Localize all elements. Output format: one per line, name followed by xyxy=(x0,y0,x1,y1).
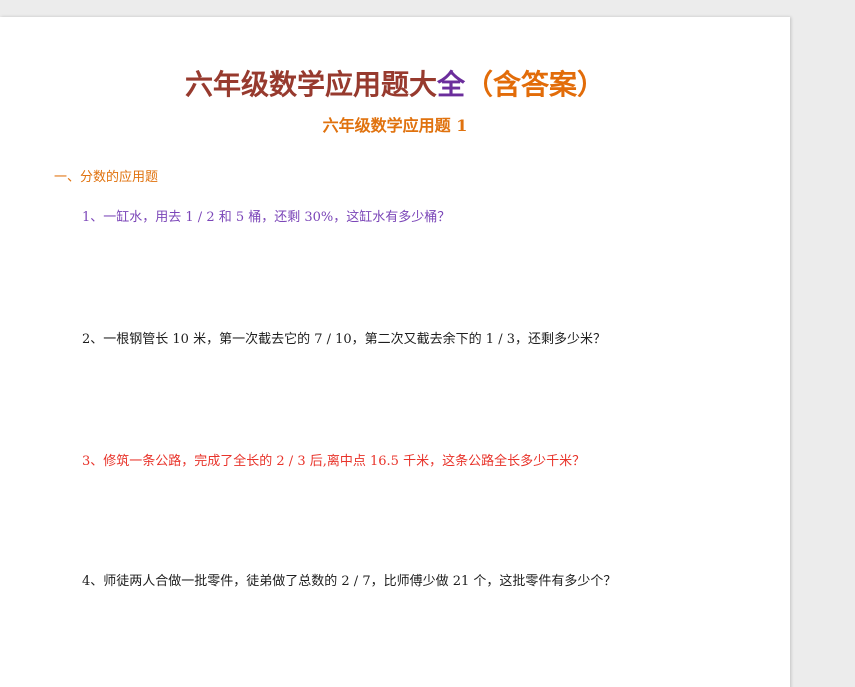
viewer-top-margin xyxy=(0,0,855,17)
document-subtitle: 六年级数学应用题 1 xyxy=(322,116,468,135)
title-part-1: 六年级数学应用题大 xyxy=(184,68,437,101)
question-2: 2、一根钢管长 10 米，第一次截去它的 7 / 10，第二次又截去余下的 1 … xyxy=(82,332,606,347)
title-part-2: 全 xyxy=(436,68,465,101)
document-page: 六年级数学应用题大全（含答案） 六年级数学应用题 1 一、分数的应用题 1、一缸… xyxy=(0,17,790,687)
document-title: 六年级数学应用题大全（含答案） xyxy=(0,65,790,105)
document-viewer: 六年级数学应用题大全（含答案） 六年级数学应用题 1 一、分数的应用题 1、一缸… xyxy=(0,0,855,687)
section-heading: 一、分数的应用题 xyxy=(54,170,159,185)
question-4: 4、师徒两人合做一批零件，徒弟做了总数的 2 / 7，比师傅少做 21 个，这批… xyxy=(82,574,617,589)
viewer-right-margin xyxy=(790,0,855,687)
question-1: 1、一缸水，用去 1 / 2 和 5 桶，还剩 30%，这缸水有多少桶？ xyxy=(82,210,451,225)
title-part-3: （含答案） xyxy=(465,68,606,101)
question-3: 3、修筑一条公路，完成了全长的 2 / 3 后,离中点 16.5 千米，这条公路… xyxy=(82,454,586,469)
